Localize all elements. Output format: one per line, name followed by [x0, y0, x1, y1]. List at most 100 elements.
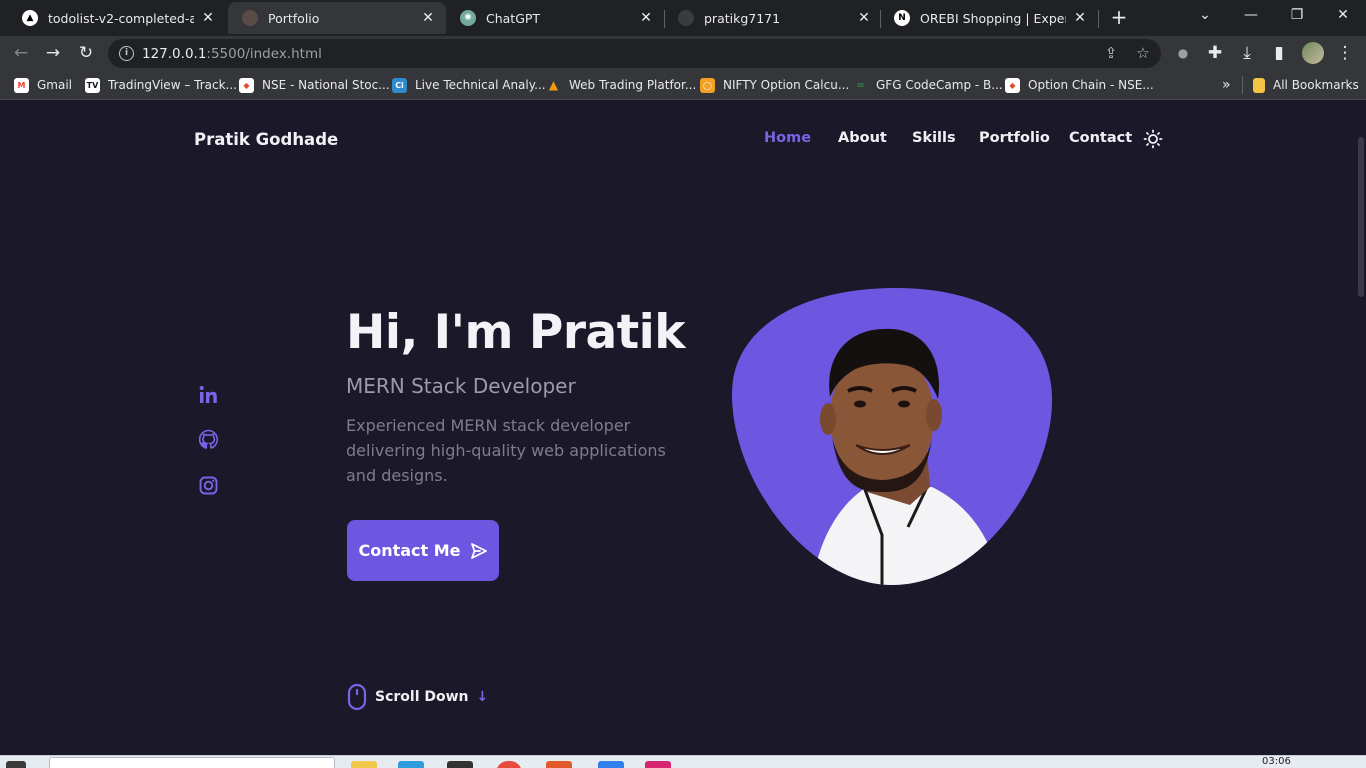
bookmark-gfg[interactable]: ∞ GFG CodeCamp - B... [853, 76, 1002, 94]
close-tab-icon[interactable]: ✕ [856, 10, 872, 26]
file-explorer-icon[interactable] [351, 761, 377, 768]
tab-title: Portfolio [268, 10, 320, 26]
chrome-icon[interactable] [496, 761, 522, 768]
tab-todolist[interactable]: ▲ todolist-v2-completed-app ✕ [8, 2, 226, 34]
bookmark-label: NSE - National Stoc... [262, 78, 390, 92]
vscode-icon[interactable] [598, 761, 624, 768]
hero-description: Experienced MERN stack developer deliver… [346, 416, 666, 485]
bookmark-label: Option Chain - NSE... [1028, 78, 1154, 92]
tradingview-icon: TV [85, 77, 100, 93]
tab-title: ChatGPT [486, 10, 541, 26]
calculator-icon: ◯ [700, 77, 715, 93]
forward-arrow-icon[interactable]: → [40, 40, 66, 66]
linkedin-icon[interactable] [198, 384, 219, 405]
scrollbar-thumb[interactable] [1358, 137, 1364, 297]
site-info-icon[interactable]: i [119, 46, 134, 61]
close-window-button[interactable]: ✕ [1320, 0, 1366, 32]
arrow-down-icon: ↓ [476, 689, 489, 705]
portfolio-page: Pratik Godhade Home About Skills Portfol… [0, 101, 1366, 755]
app-icon[interactable] [546, 761, 572, 768]
notion-n-icon: N [894, 10, 910, 26]
side-panel-icon[interactable]: ▮ [1266, 40, 1292, 66]
tab-search-chevron-icon[interactable]: ⌄ [1182, 0, 1228, 32]
reload-icon[interactable]: ↻ [73, 40, 99, 66]
close-tab-icon[interactable]: ✕ [1072, 10, 1088, 26]
hero-subtitle: MERN Stack Developer [346, 374, 576, 398]
instagram-icon[interactable] [198, 475, 219, 496]
terminal-icon[interactable] [447, 761, 473, 768]
bookmark-nifty[interactable]: ◯ NIFTY Option Calcu... [700, 76, 849, 94]
browser-toolbar: ← → ↻ i 127.0.0.1:5500/index.html ⇪ ☆ ● … [0, 36, 1366, 70]
gfg-icon: ∞ [856, 79, 865, 91]
bookmarks-overflow-button[interactable]: » [1222, 76, 1231, 94]
windows-taskbar: 03:06 [0, 755, 1366, 768]
folder-icon [1253, 77, 1265, 93]
new-tab-button[interactable]: + [1108, 6, 1130, 28]
contact-me-label: Contact Me [358, 541, 461, 560]
nav-skills[interactable]: Skills [912, 130, 956, 146]
nav-contact[interactable]: Contact [1069, 130, 1132, 146]
bookmark-label: Live Technical Analy... [415, 78, 546, 92]
minimize-button[interactable]: — [1228, 0, 1274, 32]
scroll-down-link[interactable]: Scroll Down ↓ [347, 682, 488, 712]
site-logo[interactable]: Pratik Godhade [194, 130, 338, 149]
vercel-triangle-icon: ▲ [22, 10, 38, 26]
nse-icon: ◆ [1005, 77, 1020, 93]
kebab-menu-icon[interactable]: ⋮ [1332, 40, 1358, 66]
nav-home[interactable]: Home [764, 130, 811, 146]
taskbar-clock[interactable]: 03:06 [1262, 756, 1291, 767]
github-icon [678, 10, 694, 26]
page-scrollbar[interactable] [1356, 101, 1366, 755]
bookmark-gmail[interactable]: M Gmail [14, 76, 72, 94]
profile-photo [731, 287, 1053, 585]
browser-tab-strip: ▲ todolist-v2-completed-app ✕ Portfolio … [0, 0, 1366, 36]
tab-github[interactable]: pratikg7171 ✕ [664, 2, 882, 34]
restore-button[interactable]: ❐ [1274, 0, 1320, 32]
hero-title: Hi, I'm Pratik [346, 305, 686, 360]
tab-separator [1098, 10, 1099, 28]
tab-title: todolist-v2-completed-app [48, 10, 194, 26]
all-bookmarks-button[interactable]: All Bookmarks [1242, 76, 1359, 94]
gmail-icon: M [14, 77, 29, 93]
tab-portfolio[interactable]: Portfolio ✕ [228, 2, 446, 34]
bookmark-nse[interactable]: ◆ NSE - National Stoc... [239, 76, 390, 94]
tab-orebi[interactable]: N OREBI Shopping | Experienc ✕ [880, 2, 1098, 34]
github-icon[interactable] [198, 429, 219, 450]
ci-icon: Ci [392, 77, 407, 93]
mouse-icon [347, 683, 367, 711]
bookmark-tradingview[interactable]: TV TradingView – Track... [85, 76, 237, 94]
bookmark-label: Gmail [37, 78, 73, 92]
extensions-puzzle-icon[interactable]: ✚ [1202, 40, 1228, 66]
app-icon[interactable] [645, 761, 671, 768]
overflow-chevron-icon: » [1222, 77, 1231, 93]
trading-tree-icon: ▲ [548, 78, 559, 92]
bookmark-option-chain[interactable]: ◆ Option Chain - NSE... [1005, 76, 1154, 94]
store-icon[interactable] [398, 761, 424, 768]
profile-avatar[interactable] [1302, 42, 1324, 64]
tab-chatgpt[interactable]: ✺ ChatGPT ✕ [446, 2, 664, 34]
bookmark-label: NIFTY Option Calcu... [723, 78, 850, 92]
profile-blob [731, 287, 1053, 587]
sun-theme-toggle-icon[interactable] [1143, 129, 1163, 149]
tab-title: pratikg7171 [704, 10, 781, 26]
close-tab-icon[interactable]: ✕ [638, 10, 654, 26]
bookmark-live-technical[interactable]: Ci Live Technical Analy... [392, 76, 546, 94]
contact-me-button[interactable]: Contact Me [347, 520, 499, 581]
bookmark-web-trading[interactable]: ▲ Web Trading Platfor... [546, 76, 696, 94]
nav-about[interactable]: About [838, 130, 887, 146]
scroll-down-label: Scroll Down [375, 689, 469, 705]
send-paper-plane-icon [470, 542, 487, 559]
close-tab-icon[interactable]: ✕ [200, 10, 216, 26]
bookmark-label: Web Trading Platfor... [569, 78, 697, 92]
back-arrow-icon[interactable]: ← [8, 40, 34, 66]
taskbar-search-box[interactable] [49, 757, 335, 768]
address-bar[interactable]: i 127.0.0.1:5500/index.html ⇪ ☆ [108, 39, 1161, 68]
nav-portfolio[interactable]: Portfolio [979, 130, 1050, 146]
star-bookmark-icon[interactable]: ☆ [1132, 42, 1154, 64]
url-text[interactable]: 127.0.0.1:5500/index.html [142, 46, 322, 62]
close-tab-icon[interactable]: ✕ [420, 10, 436, 26]
windows-start-icon[interactable] [6, 761, 26, 768]
download-icon[interactable]: ⤓ [1234, 40, 1260, 66]
share-icon[interactable]: ⇪ [1100, 42, 1122, 64]
mic-extension-icon[interactable]: ● [1170, 40, 1196, 66]
